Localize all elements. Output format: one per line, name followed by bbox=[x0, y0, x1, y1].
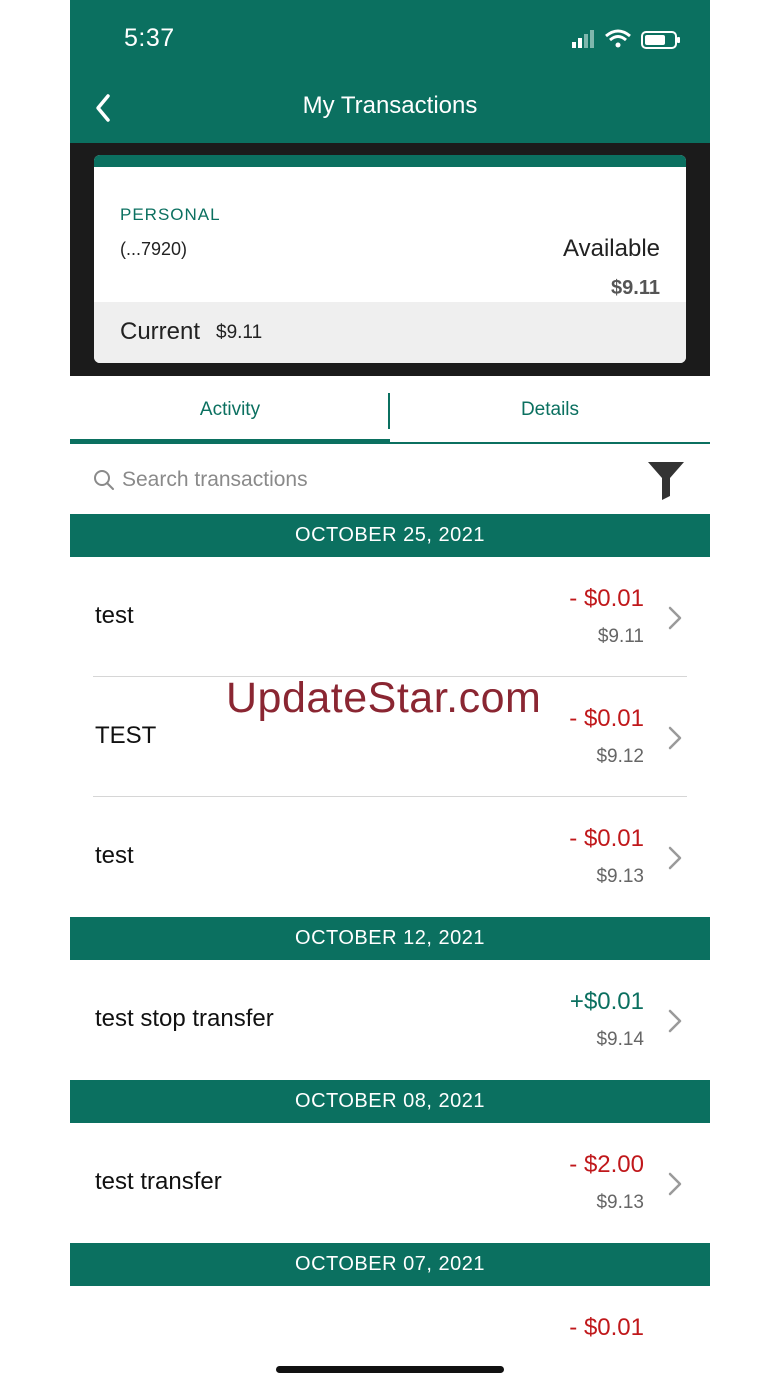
available-label: Available bbox=[563, 235, 660, 262]
transaction-amount: - $0.01 bbox=[569, 1314, 644, 1340]
transaction-amount: +$0.01 bbox=[569, 988, 644, 1015]
tab-bar: Activity Details bbox=[70, 376, 710, 444]
status-icons bbox=[572, 29, 680, 49]
date-header: OCTOBER 08, 2021 bbox=[70, 1080, 710, 1123]
current-label: Current bbox=[120, 318, 201, 345]
signal-icon bbox=[572, 30, 594, 48]
transaction-row[interactable]: test - $0.01 $9.13 bbox=[70, 797, 710, 917]
card-accent-strip bbox=[94, 155, 686, 167]
transaction-description: TEST bbox=[95, 722, 157, 749]
transaction-row[interactable]: - $0.01 bbox=[70, 1286, 710, 1340]
transaction-description: test bbox=[95, 602, 134, 629]
battery-icon bbox=[641, 31, 680, 49]
transaction-description: test stop transfer bbox=[95, 1005, 274, 1032]
account-summary: PERSONAL (...7920) Available $9.11 Curre… bbox=[70, 143, 710, 376]
chevron-right-icon bbox=[668, 606, 682, 630]
date-header: OCTOBER 07, 2021 bbox=[70, 1243, 710, 1286]
tab-details[interactable]: Details bbox=[390, 376, 710, 444]
available-balance: $9.11 bbox=[611, 277, 660, 299]
chevron-right-icon bbox=[668, 726, 682, 750]
running-balance: $9.14 bbox=[596, 1029, 644, 1050]
search-icon bbox=[94, 470, 114, 490]
running-balance: $9.11 bbox=[597, 626, 644, 647]
transaction-row[interactable]: test stop transfer +$0.01 $9.14 bbox=[70, 960, 710, 1080]
transaction-row[interactable]: test transfer - $2.00 $9.13 bbox=[70, 1123, 710, 1243]
account-number: (...7920) bbox=[120, 239, 188, 259]
tab-divider bbox=[388, 393, 390, 429]
account-type: PERSONAL bbox=[120, 205, 221, 224]
filter-icon[interactable] bbox=[646, 458, 686, 502]
chevron-right-icon bbox=[668, 1009, 682, 1033]
home-indicator[interactable] bbox=[276, 1366, 504, 1373]
current-balance-row: Current $9.11 bbox=[94, 302, 686, 363]
transaction-description: test bbox=[95, 842, 134, 869]
app-screen: 5:37 My Transactions PERSONAL (...7920) … bbox=[70, 0, 710, 1387]
search-input[interactable] bbox=[122, 464, 582, 496]
chevron-right-icon bbox=[668, 1172, 682, 1196]
transaction-amount: - $2.00 bbox=[569, 1151, 644, 1178]
transaction-row[interactable]: test - $0.01 $9.11 bbox=[70, 557, 710, 677]
running-balance: $9.13 bbox=[596, 866, 644, 887]
account-card[interactable]: PERSONAL (...7920) Available $9.11 Curre… bbox=[94, 155, 686, 363]
date-header: OCTOBER 25, 2021 bbox=[70, 514, 710, 557]
tab-activity[interactable]: Activity bbox=[70, 376, 390, 444]
transaction-list: OCTOBER 25, 2021 test - $0.01 $9.11 TEST… bbox=[70, 514, 710, 1340]
date-header: OCTOBER 12, 2021 bbox=[70, 917, 710, 960]
transaction-amount: - $0.01 bbox=[569, 585, 644, 612]
watermark: UpdateStar.com bbox=[226, 674, 542, 722]
app-header: 5:37 My Transactions bbox=[70, 0, 710, 143]
search-bar bbox=[70, 444, 710, 514]
current-balance: $9.11 bbox=[216, 322, 263, 343]
status-time: 5:37 bbox=[124, 24, 175, 52]
transaction-amount: - $0.01 bbox=[569, 825, 644, 852]
running-balance: $9.13 bbox=[596, 1192, 644, 1213]
transaction-amount: - $0.01 bbox=[569, 705, 644, 732]
chevron-right-icon bbox=[668, 846, 682, 870]
wifi-icon bbox=[605, 29, 631, 48]
running-balance: $9.12 bbox=[596, 746, 644, 767]
transaction-description: test transfer bbox=[95, 1168, 222, 1195]
page-title: My Transactions bbox=[302, 92, 478, 119]
